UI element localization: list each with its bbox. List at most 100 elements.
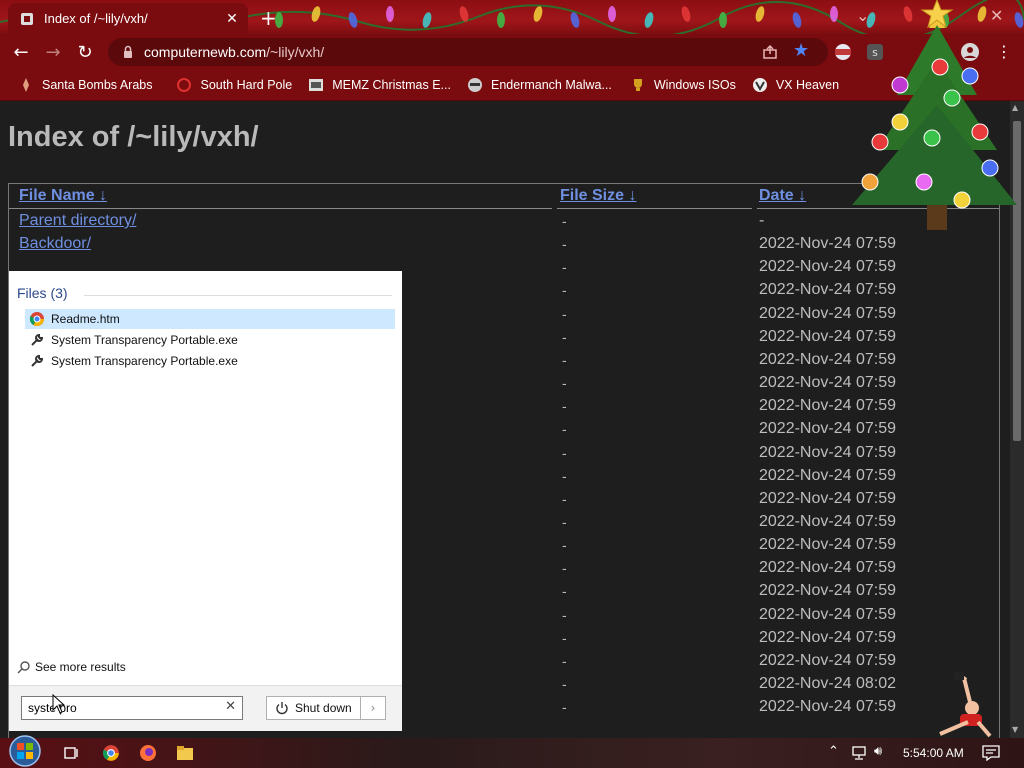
file-size-cell: - (562, 328, 567, 345)
scroll-down-icon[interactable]: ▼ (1012, 725, 1018, 734)
column-header-date[interactable]: Date ↓ (759, 184, 806, 208)
column-header-file-size[interactable]: File Size ↓ (560, 184, 636, 208)
light-bulb (644, 12, 654, 28)
light-bulb (830, 6, 838, 22)
file-date-cell: 2022-Nov-24 07:59 (759, 466, 896, 484)
start-button[interactable] (6, 734, 44, 768)
new-tab-icon[interactable]: + (260, 6, 277, 30)
file-date-cell: 2022-Nov-24 07:59 (759, 628, 896, 646)
bookmark-item[interactable]: VX Heaven (752, 77, 839, 93)
file-size-cell: - (562, 444, 567, 461)
file-date-cell: 2022-Nov-24 07:59 (759, 350, 896, 368)
header-divider (9, 208, 552, 209)
file-size-cell: - (562, 490, 567, 507)
bookmark-item[interactable]: South Hard Pole (176, 77, 292, 93)
network-icon[interactable] (850, 746, 868, 760)
system-clock[interactable]: 5:54:00 AM (903, 746, 964, 760)
ornament (871, 133, 889, 151)
file-date-cell: - (759, 212, 765, 229)
sort-arrow-icon: ↓ (628, 187, 637, 204)
ornament (971, 123, 989, 141)
file-date-cell: 2022-Nov-24 07:59 (759, 397, 896, 415)
sort-arrow-icon: ↓ (99, 187, 108, 204)
ornament (953, 191, 971, 209)
back-arrow-icon[interactable]: ← (10, 42, 32, 63)
file-size-cell: - (562, 583, 567, 600)
search-result-label: Readme.htm (51, 312, 120, 326)
file-size-cell: - (562, 629, 567, 646)
ornament (891, 113, 909, 131)
file-date-cell: 2022-Nov-24 07:59 (759, 582, 896, 600)
bookmark-item[interactable]: Endermanch Malwa... (467, 77, 612, 93)
chrome-taskbar-icon[interactable] (100, 743, 122, 763)
bookmark-item[interactable]: Santa Bombs Arabs (18, 77, 152, 93)
file-date-cell: 2022-Nov-24 07:59 (759, 327, 896, 345)
ornament (923, 129, 941, 147)
light-bulb (533, 6, 543, 22)
see-more-results-link[interactable]: See more results (17, 660, 126, 674)
tab-close-icon[interactable]: ✕ (222, 11, 242, 27)
shut-down-button[interactable]: Shut down (266, 696, 368, 720)
clear-search-icon[interactable]: ✕ (225, 699, 236, 714)
task-view-icon[interactable] (61, 743, 83, 763)
bookmark-item[interactable]: Windows ISOs (630, 77, 736, 93)
bookmark-star-icon[interactable]: ★ (793, 40, 809, 61)
firefox-taskbar-icon[interactable] (137, 743, 159, 763)
ornament (891, 76, 909, 94)
column-header-file-name[interactable]: File Name ↓ (19, 184, 107, 208)
search-result-item[interactable]: System Transparency Portable.exe (25, 351, 395, 371)
file-size-cell: - (562, 421, 567, 438)
wrench-icon (29, 332, 45, 348)
files-section-label: Files (3) (17, 285, 68, 301)
tab-title: Index of /~lily/vxh/ (44, 11, 148, 26)
file-date-cell: 2022-Nov-24 07:59 (759, 374, 896, 392)
url-text: computernewb.com/~lily/vxh/ (144, 44, 324, 60)
address-bar[interactable]: computernewb.com/~lily/vxh/ (108, 38, 828, 66)
file-size-cell: - (562, 537, 567, 554)
file-size-cell: - (562, 259, 567, 276)
bookmark-label: Endermanch Malwa... (490, 78, 612, 92)
file-size-cell: - (562, 676, 567, 692)
file-name-link[interactable]: Parent directory/ (19, 212, 136, 230)
search-result-item[interactable]: System Transparency Portable.exe (25, 330, 395, 350)
light-bulb (348, 12, 358, 28)
reload-icon[interactable]: ↻ (74, 42, 96, 63)
file-size-cell: - (562, 375, 567, 392)
memz-icon (308, 77, 324, 93)
file-explorer-icon[interactable] (174, 743, 196, 763)
file-size-cell: - (562, 351, 567, 368)
share-icon[interactable] (762, 44, 778, 60)
file-size-cell: - (562, 467, 567, 484)
bookmark-label: Windows ISOs (653, 78, 736, 92)
wrench-icon (29, 353, 45, 369)
tab-active[interactable]: Index of /~lily/vxh/ ✕ (8, 3, 248, 34)
file-name-link[interactable]: Backdoor/ (19, 235, 91, 253)
file-date-cell: 2022-Nov-24 07:59 (759, 559, 896, 577)
shut-down-options-chevron-icon[interactable]: › (360, 696, 386, 720)
url-host: computernewb.com (144, 44, 267, 60)
file-size-cell: - (562, 213, 567, 229)
search-result-item[interactable]: Readme.htm (25, 309, 395, 329)
search-result-label: System Transparency Portable.exe (51, 354, 238, 368)
action-center-icon[interactable] (982, 745, 1000, 761)
file-date-cell: 2022-Nov-24 07:59 (759, 281, 896, 299)
ornament (931, 58, 949, 76)
volume-icon[interactable]: 🔊︎ (874, 744, 882, 759)
windows-taskbar: ⌃ 🔊︎ 5:54:00 AM (0, 735, 1024, 768)
forward-arrow-icon[interactable]: → (42, 42, 64, 63)
light-bulb (681, 6, 691, 22)
file-size-cell: - (562, 236, 567, 253)
bookmark-label: Santa Bombs Arabs (42, 78, 153, 92)
header-divider (557, 208, 752, 209)
tray-overflow-chevron-icon[interactable]: ⌃ (828, 744, 839, 759)
bookmark-item[interactable]: MEMZ Christmas E... (308, 77, 451, 93)
light-bulb (497, 12, 505, 28)
light-bulb (386, 6, 394, 22)
ornament (981, 159, 999, 177)
file-date-cell: 2022-Nov-24 07:59 (759, 258, 896, 276)
bookmark-label: VX Heaven (775, 78, 840, 92)
snowflake-icon (176, 77, 192, 93)
windows-orb-icon (9, 735, 41, 767)
column-header-label: File Name (19, 187, 95, 204)
start-search-panel: Files (3) Readme.htm System Transparency… (9, 271, 402, 731)
